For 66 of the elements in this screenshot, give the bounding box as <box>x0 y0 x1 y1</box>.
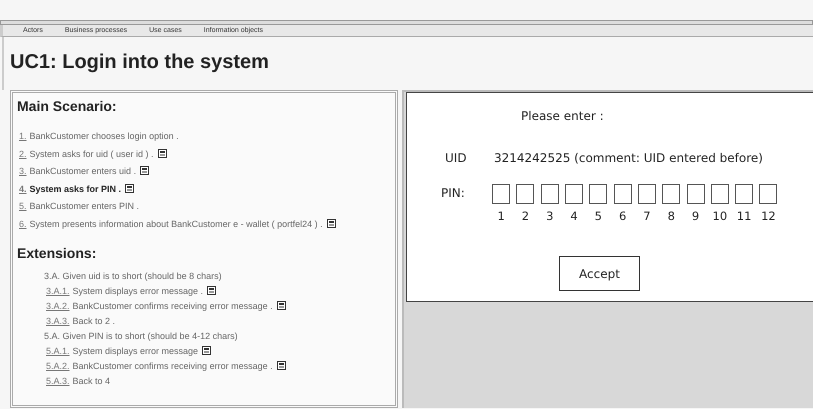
condition-text: 5.A. Given PIN is to short (should be 4-12 chars) <box>44 331 238 341</box>
step-text: BankCustomer confirms receiving error message . <box>72 361 273 371</box>
step-text: Back to 2 . <box>72 316 116 326</box>
condition-text: 3.A. Given uid is to short (should be 8 chars) <box>44 271 222 281</box>
pin-digit-field[interactable] <box>710 184 729 204</box>
step-text: System displays error message <box>72 346 198 356</box>
digit-number: 11 <box>736 209 752 223</box>
pin-digit-field[interactable] <box>540 184 559 204</box>
pin-digit-field[interactable] <box>686 184 705 204</box>
note-icon[interactable] <box>276 361 286 370</box>
step-link[interactable]: 3.A.3. <box>46 316 70 326</box>
step-text: BankCustomer enters uid . <box>30 166 136 176</box>
step-text: System presents information about BankCustomer e - wallet ( portfel24 ) . <box>30 218 323 228</box>
step-text: BankCustomer confirms receiving error message . <box>72 301 273 311</box>
note-icon[interactable] <box>276 301 286 310</box>
digit-number: 3 <box>545 209 554 223</box>
pin-digit-field[interactable] <box>662 184 680 204</box>
step-text: BankCustomer chooses login option . <box>30 131 179 141</box>
step-link[interactable]: 5.A.2. <box>46 361 70 371</box>
digit-number: 12 <box>760 209 777 223</box>
note-icon[interactable] <box>140 166 150 175</box>
step-text: System asks for uid ( user id ) . <box>30 148 154 158</box>
digit-number: 10 <box>712 209 728 223</box>
uid-label: UID <box>445 151 467 165</box>
accept-button[interactable]: Accept <box>559 256 640 291</box>
pin-digit-field[interactable] <box>735 184 754 204</box>
section-heading: Main Scenario: <box>17 97 118 114</box>
digit-number: 8 <box>666 209 676 223</box>
step-link[interactable]: 4. <box>19 184 27 194</box>
step-text: System asks for PIN . <box>30 184 122 194</box>
step-link[interactable]: 2. <box>19 148 27 158</box>
pin-label: PIN: <box>441 186 465 200</box>
digit-number: 5 <box>594 209 603 223</box>
note-icon[interactable] <box>125 184 134 192</box>
pin-digit-field[interactable] <box>759 184 778 204</box>
digit-number: 7 <box>642 209 652 223</box>
note-icon[interactable] <box>158 148 167 158</box>
step-link[interactable]: 3.A.2. <box>46 301 70 311</box>
note-icon[interactable] <box>202 346 212 355</box>
pin-digit-field[interactable] <box>614 184 632 204</box>
digit-number: 6 <box>618 209 628 223</box>
step-text: Back to 4 <box>72 376 110 386</box>
digit-number: 2 <box>520 209 530 223</box>
note-icon[interactable] <box>207 286 216 295</box>
pin-digit-field[interactable] <box>589 184 608 204</box>
step-link[interactable]: 5.A.1. <box>46 346 70 356</box>
pin-digit-field[interactable] <box>516 184 534 204</box>
digit-number: 4 <box>569 209 579 223</box>
pin-digit-field[interactable] <box>638 184 656 204</box>
uid-value: 3214242525 (comment: UID entered before) <box>494 151 763 165</box>
digit-number: 9 <box>690 209 700 223</box>
note-icon[interactable] <box>326 218 336 228</box>
step-link[interactable]: 6. <box>19 218 27 228</box>
step-text: BankCustomer enters PIN . <box>30 201 140 211</box>
digit-number: 1 <box>496 209 506 223</box>
step-link[interactable]: 3.A.1. <box>46 286 70 296</box>
prompt-label: Please enter : <box>521 109 604 123</box>
step-text: System displays error message . <box>72 286 204 296</box>
step-link[interactable]: 3. <box>19 166 27 176</box>
step-link[interactable]: 5.A.3. <box>46 376 70 386</box>
pin-digit-field[interactable] <box>492 184 510 204</box>
section-heading: Extensions: <box>17 245 98 261</box>
step-link[interactable]: 1. <box>19 131 27 141</box>
page-title: UC1: Login into the system <box>9 50 270 74</box>
pin-digit-field[interactable] <box>565 184 584 204</box>
step-link[interactable]: 5. <box>19 201 27 211</box>
